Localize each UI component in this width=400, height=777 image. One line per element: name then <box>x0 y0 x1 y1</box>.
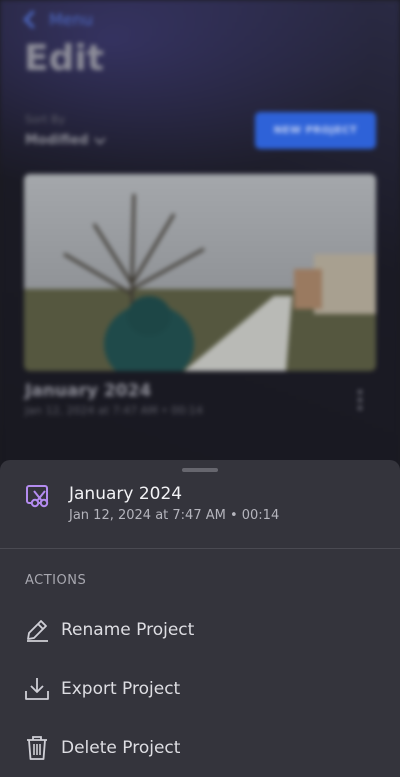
action-sheet: January 2024 Jan 12, 2024 at 7:47 AM • 0… <box>0 460 400 777</box>
screen: Menu Edit Sort By Modified NEW PROJECT J… <box>0 0 400 777</box>
delete-project-button[interactable]: Delete Project <box>0 723 400 773</box>
video-edit-icon <box>26 485 49 508</box>
more-options-icon[interactable] <box>358 390 362 410</box>
page-title: Edit <box>24 38 104 79</box>
sort-dropdown[interactable]: Modified <box>25 132 107 148</box>
divider <box>0 548 400 549</box>
export-project-label: Export Project <box>61 679 181 699</box>
sort-label: Sort By <box>25 113 66 126</box>
sheet-grabber[interactable] <box>182 468 218 472</box>
download-icon <box>25 678 49 700</box>
rename-project-label: Rename Project <box>61 620 195 640</box>
project-meta: Jan 12, 2024 at 7:47 AM • 00:14 <box>25 404 203 417</box>
chevron-left-icon <box>23 10 42 29</box>
back-button[interactable]: Menu <box>23 10 93 29</box>
project-title: January 2024 <box>25 381 152 401</box>
rename-project-button[interactable]: Rename Project <box>0 605 400 655</box>
export-project-button[interactable]: Export Project <box>0 664 400 714</box>
back-label: Menu <box>49 10 93 29</box>
trash-icon <box>27 736 47 760</box>
project-thumbnail[interactable] <box>24 174 376 371</box>
sort-value: Modified <box>25 133 89 148</box>
sheet-title: January 2024 <box>69 484 183 504</box>
new-project-button[interactable]: NEW PROJECT <box>255 112 376 149</box>
sheet-meta: Jan 12, 2024 at 7:47 AM • 00:14 <box>69 508 280 523</box>
delete-project-label: Delete Project <box>61 738 181 758</box>
chevron-down-icon <box>94 132 107 145</box>
thumbnail-image <box>24 174 376 371</box>
actions-header: ACTIONS <box>25 573 87 588</box>
pencil-icon <box>27 620 48 642</box>
